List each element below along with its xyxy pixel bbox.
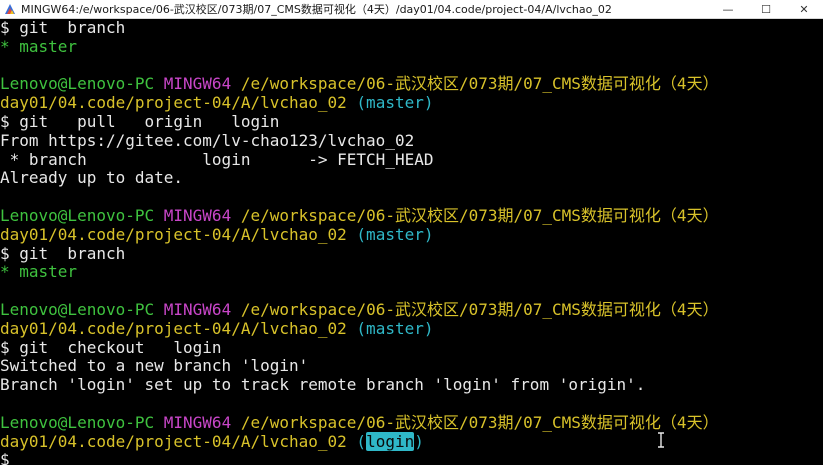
prompt-path-continued: day01/04.code/project-04/A/lvchao_02 <box>0 93 347 113</box>
output-text: Branch 'login' set up to track remote br… <box>0 375 646 395</box>
terminal-line: * master <box>0 36 823 57</box>
prompt-path: /e/workspace/06-武汉校区/073期/07_CMS数据可视化（4天… <box>240 74 719 94</box>
terminal-line: Switched to a new branch 'login' <box>0 356 823 376</box>
output-text: Already up to date. <box>0 168 184 188</box>
prompt-path: /e/workspace/06-武汉校区/073期/07_CMS数据可视化（4天… <box>240 412 719 432</box>
terminal-output[interactable]: $ git branch * master Lenovo@Lenovo-PC MIN… <box>0 18 823 465</box>
terminal-line: * master <box>0 262 823 282</box>
terminal-window: MINGW64:/e/workspace/06-武汉校区/073期/07_CMS… <box>0 0 823 465</box>
window-controls: — ☐ ✕ <box>709 0 823 18</box>
prompt-path-continued: day01/04.code/project-04/A/lvchao_02 <box>0 431 347 451</box>
terminal-line: Lenovo@Lenovo-PC MINGW64 /e/workspace/06… <box>0 74 823 94</box>
command-line: $ git pull origin login <box>0 111 280 131</box>
git-bash-icon <box>4 3 16 15</box>
git-branch-indicator-selected: login <box>366 431 415 451</box>
git-branch-indicator: (master) <box>356 93 434 113</box>
prompt-path: /e/workspace/06-武汉校区/073期/07_CMS数据可视化（4天… <box>240 205 719 225</box>
git-branch-close-paren: ) <box>414 431 424 451</box>
git-branch-indicator: (master) <box>356 224 434 244</box>
command-line: $ git branch <box>0 243 126 263</box>
terminal-line: Already up to date. <box>0 168 823 188</box>
command-line: $ git branch <box>0 18 126 37</box>
terminal-line: day01/04.code/project-04/A/lvchao_02 (ma… <box>0 318 823 339</box>
prompt-env: MINGW64 <box>163 205 232 225</box>
close-button[interactable]: ✕ <box>785 0 823 18</box>
terminal-line: day01/04.code/project-04/A/lvchao_02 (ma… <box>0 224 823 245</box>
output-text: From https://gitee.com/lv-chao123/lvchao… <box>0 130 415 150</box>
prompt-env: MINGW64 <box>163 299 232 319</box>
terminal-line: Branch 'login' set up to track remote br… <box>0 375 823 395</box>
ibeam-cursor-icon <box>656 432 666 448</box>
terminal-line: Lenovo@Lenovo-PC MINGW64 /e/workspace/06… <box>0 299 823 320</box>
maximize-button[interactable]: ☐ <box>747 0 785 18</box>
terminal-line: $ git branch <box>0 18 823 38</box>
prompt-user: Lenovo@Lenovo-PC <box>0 205 155 225</box>
window-title: MINGW64:/e/workspace/06-武汉校区/073期/07_CMS… <box>21 3 612 16</box>
git-branch-open-paren: ( <box>356 431 367 451</box>
terminal-line: day01/04.code/project-04/A/lvchao_02 (lo… <box>0 431 823 452</box>
terminal-line: Lenovo@Lenovo-PC MINGW64 /e/workspace/06… <box>0 205 823 226</box>
terminal-line: $ git checkout login <box>0 337 823 358</box>
prompt-user: Lenovo@Lenovo-PC <box>0 299 155 319</box>
terminal-line: day01/04.code/project-04/A/lvchao_02 (ma… <box>0 93 823 113</box>
prompt-env: MINGW64 <box>163 412 232 432</box>
terminal-line: $ <box>0 450 823 465</box>
terminal-line: From https://gitee.com/lv-chao123/lvchao… <box>0 130 823 151</box>
terminal-line: $ git pull origin login <box>0 111 823 132</box>
title-bar[interactable]: MINGW64:/e/workspace/06-武汉校区/073期/07_CMS… <box>0 0 823 19</box>
prompt-path: /e/workspace/06-武汉校区/073期/07_CMS数据可视化（4天… <box>240 299 719 319</box>
command-line: $ git checkout login <box>0 337 222 357</box>
prompt-user: Lenovo@Lenovo-PC <box>0 412 155 432</box>
prompt-user: Lenovo@Lenovo-PC <box>0 74 155 94</box>
command-line: $ <box>0 450 10 465</box>
current-branch: * master <box>0 262 78 282</box>
terminal-line: * branch login -> FETCH_HEAD <box>0 149 823 170</box>
output-text: * branch login -> FETCH_HEAD <box>0 149 434 169</box>
current-branch: * master <box>0 36 78 56</box>
terminal-line: Lenovo@Lenovo-PC MINGW64 /e/workspace/06… <box>0 412 823 433</box>
prompt-path-continued: day01/04.code/project-04/A/lvchao_02 <box>0 224 347 244</box>
prompt-env: MINGW64 <box>163 74 232 94</box>
minimize-button[interactable]: — <box>709 0 747 18</box>
terminal-line: $ git branch <box>0 243 823 264</box>
git-branch-indicator: (master) <box>356 318 434 338</box>
prompt-path-continued: day01/04.code/project-04/A/lvchao_02 <box>0 318 347 338</box>
output-text: Switched to a new branch 'login' <box>0 356 309 376</box>
